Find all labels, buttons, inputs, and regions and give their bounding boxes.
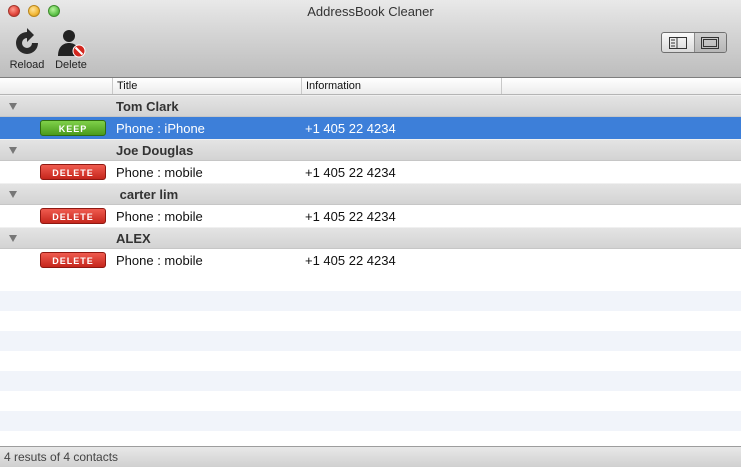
group-row[interactable]: ALEX xyxy=(0,227,741,249)
delete-contact-icon xyxy=(58,30,86,58)
single-view-button[interactable] xyxy=(693,33,726,52)
disclosure-triangle-icon[interactable] xyxy=(9,103,17,110)
reload-icon xyxy=(16,28,38,54)
list-view-icon xyxy=(668,36,687,49)
entry-row[interactable]: DELETE Phone : mobile +1 405 22 4234 xyxy=(0,249,741,271)
entry-information: +1 405 22 4234 xyxy=(305,253,396,268)
entry-information: +1 405 22 4234 xyxy=(305,121,396,136)
list-view-button[interactable] xyxy=(662,33,694,52)
entry-row[interactable]: DELETE Phone : mobile +1 405 22 4234 xyxy=(0,161,741,183)
delete-label: Delete xyxy=(55,59,87,71)
empty-row xyxy=(0,411,741,431)
keep-badge-button[interactable]: KEEP xyxy=(40,120,106,136)
empty-row xyxy=(0,291,741,311)
disclosure-triangle-icon[interactable] xyxy=(9,147,17,154)
entry-information: +1 405 22 4234 xyxy=(305,165,396,180)
empty-row xyxy=(0,331,741,351)
entry-title: Phone : mobile xyxy=(116,209,203,224)
group-row[interactable]: Joe Douglas xyxy=(0,139,741,161)
delete-badge-button[interactable]: DELETE xyxy=(40,252,106,268)
entry-information: +1 405 22 4234 xyxy=(305,209,396,224)
empty-row xyxy=(0,431,741,446)
entry-title: Phone : iPhone xyxy=(116,121,205,136)
contacts-outline[interactable]: Tom Clark KEEP Phone : iPhone +1 405 22 … xyxy=(0,95,741,446)
contact-name: ALEX xyxy=(116,231,151,246)
column-empty xyxy=(501,78,741,94)
empty-row xyxy=(0,371,741,391)
window-title: AddressBook Cleaner xyxy=(307,4,434,19)
entry-title: Phone : mobile xyxy=(116,165,203,180)
entry-title: Phone : mobile xyxy=(116,253,203,268)
empty-row xyxy=(0,351,741,371)
contact-name: carter lim xyxy=(116,187,179,202)
delete-badge-button[interactable]: DELETE xyxy=(40,208,106,224)
entry-row[interactable]: KEEP Phone : iPhone +1 405 22 4234 xyxy=(0,117,741,139)
empty-row xyxy=(0,391,741,411)
window-titlebar: AddressBook Cleaner Reload Delete xyxy=(0,0,741,78)
contact-name: Tom Clark xyxy=(116,99,179,114)
delete-button[interactable]: Delete xyxy=(46,28,96,71)
entry-row[interactable]: DELETE Phone : mobile +1 405 22 4234 xyxy=(0,205,741,227)
contact-name: Joe Douglas xyxy=(116,143,194,158)
delete-badge-button[interactable]: DELETE xyxy=(40,164,106,180)
disclosure-triangle-icon[interactable] xyxy=(9,191,17,198)
reload-label: Reload xyxy=(9,59,45,71)
group-row[interactable]: Tom Clark xyxy=(0,95,741,117)
column-information[interactable]: Information xyxy=(301,78,501,94)
reload-button[interactable]: Reload xyxy=(2,28,52,71)
column-title[interactable]: Title xyxy=(112,78,301,94)
empty-row xyxy=(0,271,741,291)
view-mode-control[interactable] xyxy=(661,32,727,53)
disclosure-triangle-icon[interactable] xyxy=(9,235,17,242)
single-view-icon xyxy=(701,36,720,49)
group-row[interactable]: carter lim xyxy=(0,183,741,205)
status-bar: 4 resuts of 4 contacts xyxy=(0,446,741,467)
status-text: 4 resuts of 4 contacts xyxy=(4,450,119,464)
empty-row xyxy=(0,311,741,331)
column-header: Title Information xyxy=(0,78,741,95)
